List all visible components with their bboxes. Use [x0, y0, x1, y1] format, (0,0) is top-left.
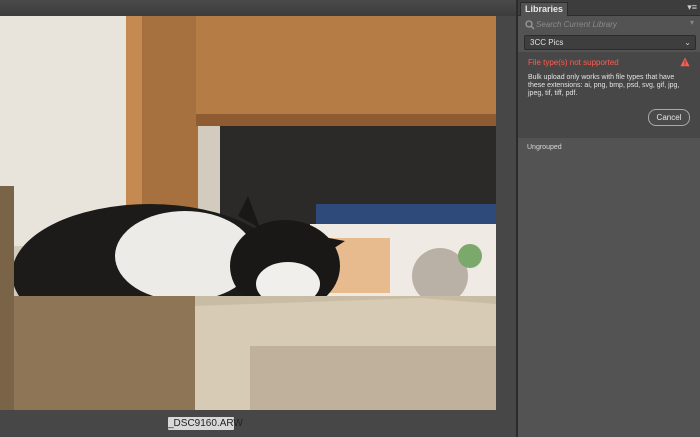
chevron-down-icon[interactable]: ▾: [690, 18, 694, 27]
viewer-top-strip: [0, 0, 516, 17]
unsupported-file-alert: File type(s) not supported Bulk upload o…: [518, 52, 700, 138]
search-icon: [525, 20, 535, 30]
cat-photo: [0, 16, 496, 410]
viewer-scroll-gutter: [496, 16, 516, 437]
warning-icon: [680, 57, 690, 67]
libraries-panel: Libraries ▾≡ ▾ 3CC Pics ⌄ File type(s) n…: [518, 0, 700, 437]
library-select[interactable]: 3CC Pics ⌄: [524, 35, 696, 50]
tab-libraries[interactable]: Libraries: [520, 2, 569, 16]
cancel-button[interactable]: Cancel: [648, 109, 690, 126]
chevron-down-icon: ⌄: [684, 38, 691, 47]
panel-menu-icon[interactable]: ▾≡: [687, 2, 697, 13]
photo-viewer[interactable]: [0, 16, 496, 410]
viewer-bottom-bar: [0, 410, 516, 437]
library-search[interactable]: ▾: [522, 18, 696, 32]
search-input[interactable]: [536, 18, 686, 31]
panel-header: Libraries ▾≡: [518, 0, 700, 16]
filename-label: _DSC9160.ARW: [168, 417, 243, 430]
library-select-value: 3CC Pics: [530, 38, 564, 47]
group-label-ungrouped: Ungrouped: [527, 144, 562, 151]
alert-message: Bulk upload only works with file types t…: [528, 74, 680, 97]
alert-title: File type(s) not supported: [528, 58, 619, 67]
